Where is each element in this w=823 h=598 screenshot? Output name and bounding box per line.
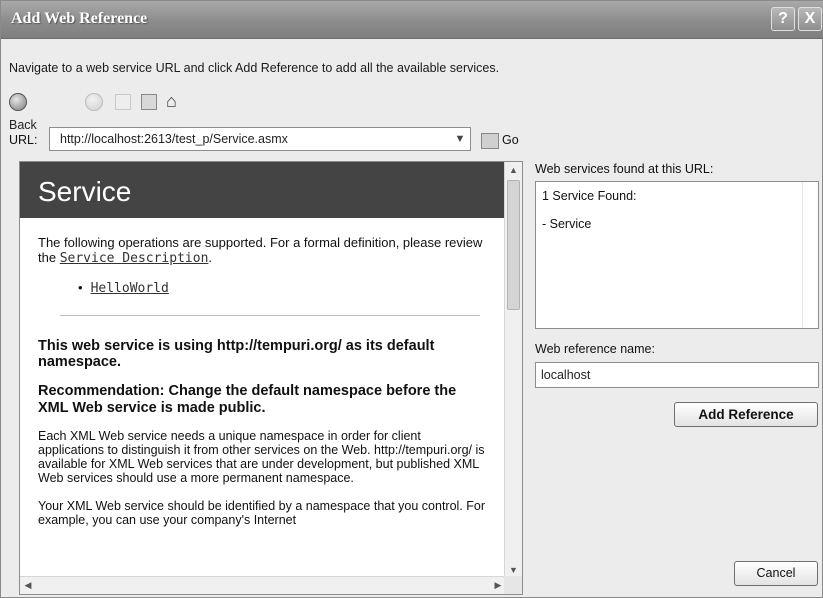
services-found-list[interactable]: 1 Service Found: - Service	[535, 181, 819, 329]
reference-name-input[interactable]	[535, 362, 819, 388]
scroll-corner	[504, 576, 522, 594]
recommendation-heading: Recommendation: Change the default names…	[38, 383, 457, 416]
url-value: http://localhost:2613/test_p/Service.asm…	[60, 132, 288, 146]
refresh-icon	[141, 93, 157, 110]
namespace-paragraph: Each XML Web service needs a unique name…	[38, 428, 485, 485]
url-input[interactable]: http://localhost:2613/test_p/Service.asm…	[49, 127, 471, 151]
scroll-up-icon[interactable]: ▲	[505, 162, 522, 178]
refresh-button[interactable]	[141, 89, 157, 113]
go-button[interactable]: Go	[481, 129, 519, 151]
operations-list: HelloWorld	[38, 281, 490, 297]
help-button[interactable]: ?	[771, 7, 795, 31]
service-list-item[interactable]: - Service	[542, 217, 812, 231]
forward-button[interactable]	[85, 89, 107, 113]
back-arrow-icon	[9, 92, 27, 111]
add-reference-button[interactable]: Add Reference	[674, 402, 818, 427]
add-web-reference-dialog: Add Web Reference ? X Navigate to a web …	[0, 0, 823, 598]
vertical-scrollbar[interactable]: ▲ ▼	[504, 162, 522, 578]
scroll-thumb[interactable]	[507, 180, 520, 310]
go-label: Go	[502, 133, 519, 147]
instructions-text: Navigate to a web service URL and click …	[9, 61, 500, 75]
operation-link-helloworld[interactable]: HelloWorld	[91, 281, 169, 296]
cancel-button[interactable]: Cancel	[734, 561, 818, 586]
url-label: URL:	[9, 133, 38, 147]
home-button[interactable]: ⌂	[166, 89, 177, 113]
forward-arrow-icon	[85, 92, 103, 111]
intro-end: .	[208, 249, 213, 265]
reference-name-label: Web reference name:	[535, 342, 655, 356]
services-count: 1 Service Found:	[542, 189, 637, 203]
list-scrollbar[interactable]	[802, 182, 818, 328]
chevron-down-icon[interactable]: ▼	[450, 128, 470, 150]
title-bar: Add Web Reference ? X	[1, 1, 823, 39]
preview-content: Service The following operations are sup…	[20, 162, 506, 578]
operation-item: HelloWorld	[78, 281, 490, 297]
go-icon	[481, 132, 499, 149]
divider	[60, 314, 480, 316]
service-banner: Service	[20, 162, 506, 218]
stop-icon	[115, 93, 131, 110]
back-button[interactable]: Back	[9, 89, 37, 132]
namespace-paragraph-2: Your XML Web service should be identifie…	[38, 498, 486, 527]
services-found-label: Web services found at this URL:	[535, 162, 714, 176]
stop-button[interactable]	[115, 89, 131, 113]
home-icon: ⌂	[166, 91, 177, 111]
scroll-left-icon[interactable]: ◀	[20, 577, 36, 594]
namespace-heading: This web service is using http://tempuri…	[38, 337, 435, 371]
intro-paragraph: The following operations are supported. …	[38, 235, 490, 267]
service-description-link[interactable]: Service Description	[60, 251, 209, 266]
window-title: Add Web Reference	[11, 10, 148, 27]
service-preview-pane[interactable]: Service The following operations are sup…	[19, 161, 523, 595]
back-label: Back	[9, 118, 37, 132]
horizontal-scrollbar[interactable]: ◀ ▶	[20, 576, 506, 594]
close-button[interactable]: X	[798, 7, 822, 31]
